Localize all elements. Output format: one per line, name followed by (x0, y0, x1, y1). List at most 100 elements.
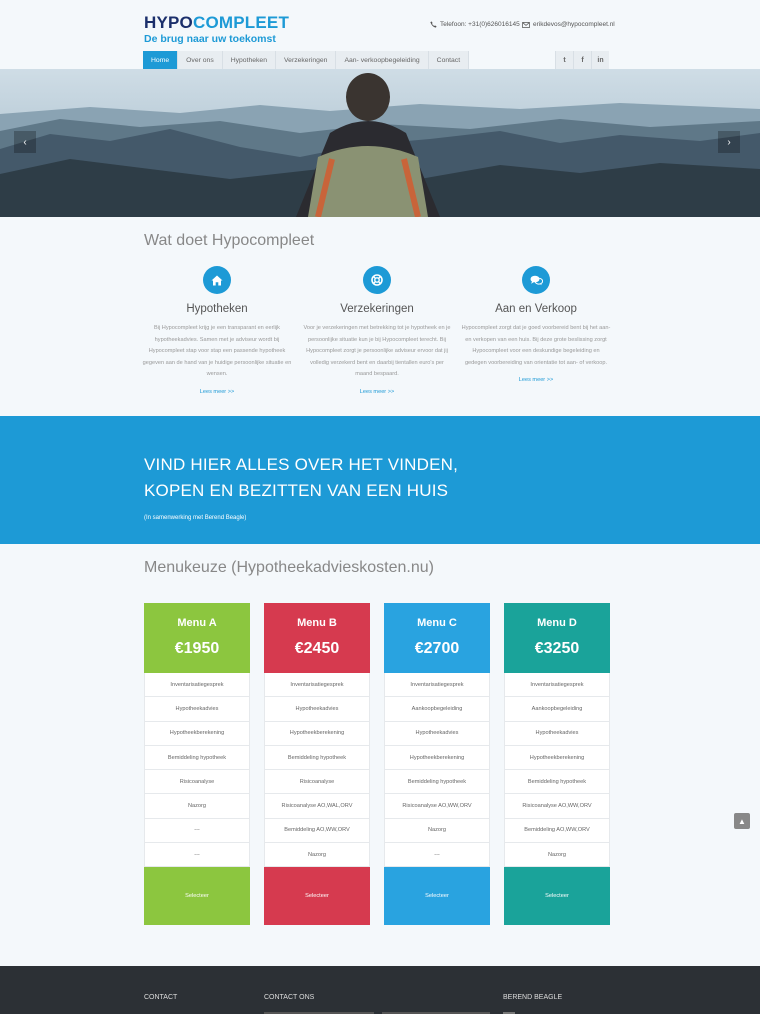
read-more-link[interactable]: Lees meer >> (302, 389, 452, 395)
phone-icon (430, 21, 437, 28)
plan-feature: Nazorg (504, 843, 610, 868)
banner-line-2: KOPEN EN BEZITTEN VAN EEN HUIS (144, 481, 449, 500)
plan-price: €1950 (174, 640, 220, 657)
service-icon-circle (522, 266, 550, 294)
nav-hypotheken[interactable]: Hypotheken (222, 51, 276, 69)
plan-feature: Aankoopbegeleiding (384, 697, 490, 722)
header-phone: Telefoon: +31(0)626016145 (430, 21, 520, 28)
plan-name: Menu B (297, 617, 337, 629)
service-icon-circle (203, 266, 231, 294)
select-button[interactable]: Selecteer (144, 867, 250, 926)
plan-feature: Inventarisatiegesprek (504, 673, 610, 698)
service-title: Verzekeringen (340, 303, 414, 315)
footer-heading-contact-ons: CONTACT ONS (264, 994, 315, 1001)
plan-feature: Bemiddeling hypotheek (264, 745, 370, 771)
service-aan-en-verkoop: Aan en Verkoop Hypocompleet zorgt dat je… (461, 266, 611, 383)
social-links: t f in (555, 51, 609, 69)
plan-feature: Hypotheekadvies (264, 697, 370, 722)
chat-icon (530, 275, 543, 285)
plan-name: Menu A (177, 617, 217, 629)
nav-verzekeringen[interactable]: Verzekeringen (276, 51, 337, 69)
service-icon-circle (363, 266, 391, 294)
plan-menu-d: Menu D €3250 Inventarisatiegesprek Aanko… (504, 603, 610, 926)
plan-feature: Risicoanalyse AO,WAL,ORV (264, 794, 370, 819)
service-text: Bij Hypocompleet krijg je een transparan… (142, 325, 292, 377)
footer-heading-contact: CONTACT (144, 994, 178, 1001)
services-title: Wat doet Hypocompleet (144, 232, 315, 249)
nav-aan-verkoopbegeleiding[interactable]: Aan- verkoopbegeleiding (336, 51, 429, 69)
plan-feature: --- (144, 818, 250, 844)
hero-slider: ‹ › (0, 69, 760, 217)
plan-feature: Bemiddeling hypotheek (144, 745, 250, 771)
plan-feature: Hypotheekadvies (144, 697, 250, 722)
service-verzekeringen: Verzekeringen Voor je verzekeringen met … (302, 266, 452, 395)
read-more-link[interactable]: Lees meer >> (461, 377, 611, 383)
menus-title: Menukeuze (Hypotheekadvieskosten.nu) (144, 559, 434, 576)
site-footer: CONTACT CONTACT ONS BEREND BEAGLE (0, 966, 760, 1014)
lifebuoy-icon (371, 274, 383, 286)
linkedin-icon[interactable]: in (591, 51, 609, 69)
hero-next-button[interactable]: › (718, 131, 740, 153)
plan-feature: --- (144, 843, 250, 868)
plan-header: Menu D €3250 (504, 603, 610, 673)
logo-name-dark: HYPO (144, 13, 193, 32)
scroll-to-top-button[interactable]: ▲ (734, 813, 750, 829)
plan-feature: Bemiddeling AO,WW,ORV (264, 818, 370, 844)
facebook-icon[interactable]: f (573, 51, 591, 69)
plan-price: €2700 (414, 640, 460, 657)
promo-banner: VIND HIER ALLES OVER HET VINDEN, KOPEN EN… (0, 416, 760, 544)
plan-feature: Bemiddeling AO,WW,ORV (504, 818, 610, 844)
logo[interactable]: HYPOCOMPLEET De brug naar uw toekomst (144, 14, 289, 46)
service-title: Hypotheken (186, 303, 248, 315)
nav-home[interactable]: Home (143, 51, 179, 69)
plan-price: €3250 (534, 640, 580, 657)
hero-image (0, 69, 760, 217)
service-text: Voor je verzekeringen met betrekking tot… (303, 325, 451, 377)
plan-header: Menu A €1950 (144, 603, 250, 673)
plan-feature: Risicoanalyse (144, 770, 250, 795)
twitter-icon[interactable]: t (555, 51, 573, 69)
plan-name: Menu C (417, 617, 457, 629)
plan-feature: Bemiddeling hypotheek (504, 770, 610, 795)
banner-line-1: VIND HIER ALLES OVER HET VINDEN, (144, 455, 459, 474)
main-nav: Home Over ons Hypotheken Verzekeringen A… (143, 51, 470, 69)
logo-wordmark: HYPOCOMPLEET (144, 14, 289, 32)
logo-tagline: De brug naar uw toekomst (144, 33, 276, 45)
plan-header: Menu B €2450 (264, 603, 370, 673)
footer-heading-berend-beagle: BEREND BEAGLE (503, 994, 563, 1001)
plan-feature: Hypotheekberekening (264, 721, 370, 746)
page: HYPOCOMPLEET De brug naar uw toekomst Te… (0, 0, 760, 1014)
banner-heading: VIND HIER ALLES OVER HET VINDEN, KOPEN EN… (144, 452, 458, 504)
plan-price: €2450 (294, 640, 340, 657)
nav-over-ons[interactable]: Over ons (178, 51, 223, 69)
plan-feature: Hypotheekadvies (384, 721, 490, 746)
select-button[interactable]: Selecteer (384, 867, 490, 926)
plan-name: Menu D (537, 617, 577, 629)
read-more-link[interactable]: Lees meer >> (142, 389, 292, 395)
plan-feature: Inventarisatiegesprek (144, 673, 250, 698)
plan-feature: Risicoanalyse (264, 770, 370, 795)
header-email[interactable]: erikdevos@hypocompleet.nl (522, 21, 615, 28)
banner-subtext: (In samenwerking met Berend Beagle) (144, 515, 247, 521)
service-text: Hypocompleet zorgt dat je goed voorberei… (461, 325, 611, 366)
plan-feature: Risicoanalyse AO,WW,ORV (504, 794, 610, 819)
hero-prev-button[interactable]: ‹ (14, 131, 36, 153)
service-title: Aan en Verkoop (495, 303, 577, 315)
select-button[interactable]: Selecteer (504, 867, 610, 926)
plan-menu-a: Menu A €1950 Inventarisatiegesprek Hypot… (144, 603, 250, 926)
logo-name-light: COMPLEET (192, 13, 290, 32)
home-icon (211, 275, 223, 285)
nav-contact[interactable]: Contact (428, 51, 470, 69)
plan-header: Menu C €2700 (384, 603, 490, 673)
service-hypotheken: Hypotheken Bij Hypocompleet krijg je een… (142, 266, 292, 395)
site-header: HYPOCOMPLEET De brug naar uw toekomst Te… (0, 0, 760, 70)
header-phone-text: Telefoon: +31(0)626016145 (440, 21, 520, 28)
plan-feature: Nazorg (144, 794, 250, 819)
plan-menu-b: Menu B €2450 Inventarisatiegesprek Hypot… (264, 603, 370, 926)
plan-feature: --- (384, 843, 490, 868)
select-button[interactable]: Selecteer (264, 867, 370, 926)
plan-feature: Hypotheekberekening (504, 745, 610, 771)
header-email-text: erikdevos@hypocompleet.nl (533, 21, 615, 28)
plan-feature: Nazorg (384, 818, 490, 844)
plan-feature: Bemiddeling hypotheek (384, 770, 490, 795)
